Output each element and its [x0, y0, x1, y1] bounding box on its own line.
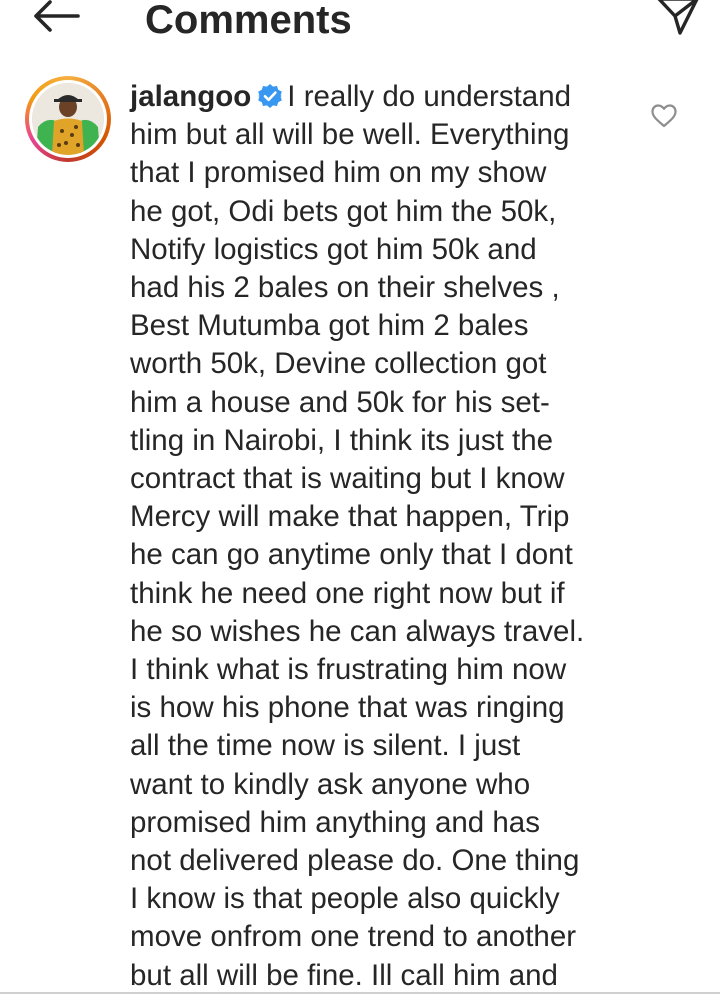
comment-line: he got, Odi bets got him the 50k, — [130, 194, 557, 228]
comment-line: tling in Nairobi, I think its just the — [130, 423, 554, 457]
comment-line: worth 50k, Devine collection got — [130, 347, 547, 381]
avatar-illustration — [32, 83, 104, 155]
back-button[interactable] — [30, 0, 82, 36]
comment-line: him a house and 50k for his set- — [130, 385, 550, 419]
paper-plane-icon — [657, 0, 699, 35]
comment-line: had his 2 bales on their shelves , — [130, 271, 560, 305]
arrow-left-icon — [34, 0, 80, 32]
bottom-divider — [0, 992, 720, 994]
share-button[interactable] — [654, 0, 702, 38]
comment-line: Best Mutumba got him 2 bales — [130, 309, 529, 343]
avatar-border — [29, 80, 107, 158]
comment-line: him but all will be well. Everything — [130, 118, 570, 152]
comment-line: he so wishes he can always travel. — [130, 614, 585, 648]
comment-line: is how his phone that was ringing — [130, 691, 565, 725]
comment-line: Mercy will make that happen, Trip — [130, 500, 570, 534]
comment-line: Notify logistics got him 50k and — [130, 232, 537, 266]
comment-line: move onfrom one trend to another — [130, 920, 577, 954]
comment-line: I think what is frustrating him now — [130, 653, 567, 687]
comment-username[interactable]: jalangoo — [130, 80, 251, 113]
comment-line: think he need one right now but if — [130, 576, 565, 610]
comment-text: jalangoo I really do understand him but al… — [130, 78, 640, 995]
comment-line: I know is that people also quickly — [130, 882, 560, 916]
verified-badge-icon — [258, 84, 283, 108]
comment-line: all the time now is silent. I just — [130, 729, 521, 763]
comment-line: I really do understand — [287, 80, 572, 113]
like-button[interactable] — [648, 100, 680, 132]
comment-line: promised him anything and has — [130, 805, 540, 839]
comments-header: Comments — [0, 0, 720, 52]
avatar[interactable] — [25, 76, 111, 162]
comment-line: want to kindly ask anyone who — [130, 767, 531, 801]
comment-line: but all will be fine. Ill call him and — [130, 958, 558, 992]
page-title: Comments — [145, 0, 352, 42]
comment-line: that I promised him on my show — [130, 156, 547, 190]
comment-line: not delivered please do. One thing — [130, 844, 580, 878]
comment-line: contract that is waiting but I know — [130, 462, 565, 496]
comment-line: he can go anytime only that I dont — [130, 538, 573, 572]
heart-outline-icon — [651, 104, 677, 128]
avatar-photo — [32, 83, 104, 155]
